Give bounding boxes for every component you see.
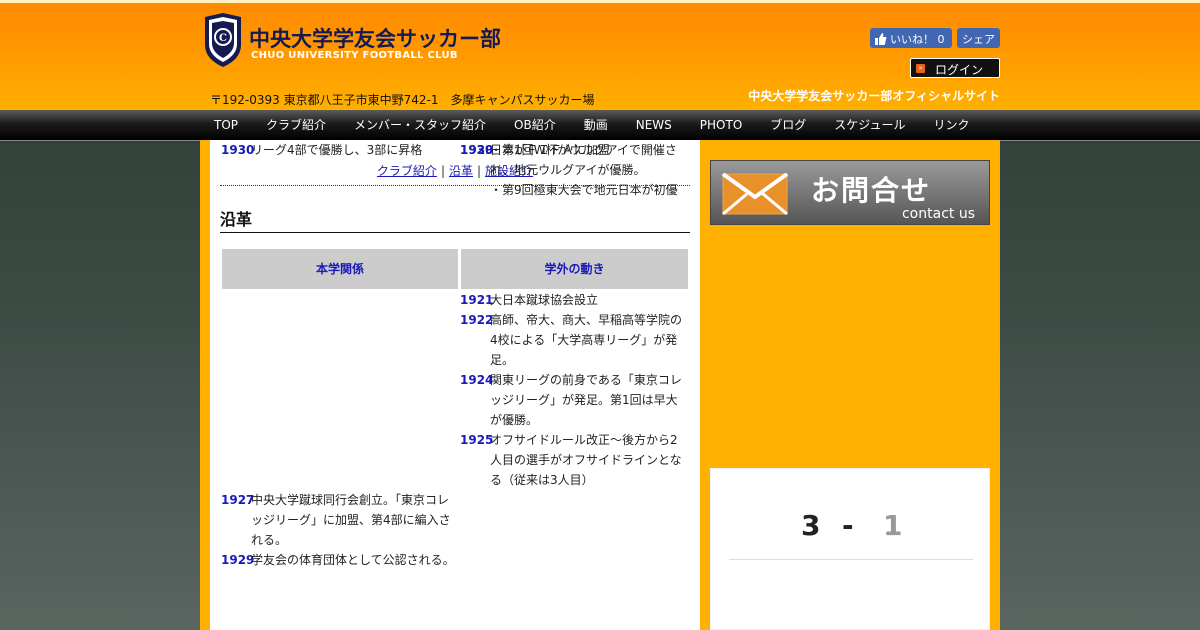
history-event-line: オフサイドルール改正～後方から2: [490, 433, 678, 447]
match-score-widget[interactable]: 3 - 1: [710, 468, 990, 630]
history-event-line: 4校による「大学高専リーグ」が発: [490, 333, 678, 347]
shield-emblem-icon: C: [205, 13, 241, 67]
history-year: 1924: [460, 373, 494, 387]
history-event: リーグ4部で優勝し、3部に昇格: [251, 140, 422, 160]
history-event-line: 人目の選手がオフサイドラインとな: [490, 453, 682, 467]
history-event-line: ッジリーグ」に加盟、第4部に編入さ: [251, 513, 451, 527]
history-event-line: 関東リーグの前身である「東京コレ: [490, 373, 682, 387]
history-year: 1930: [221, 143, 255, 157]
history-row-outside: 1930 ・第1回W杯がウルグアイで開催さ れ、地元ウルグアイが優勝。・第9回極東大…: [460, 140, 688, 200]
nav-list: TOP クラブ紹介 メンバー・スタッフ紹介 OB紹介 動画 NEWS PHOTO…: [200, 110, 983, 140]
nav-item-news[interactable]: NEWS: [622, 110, 686, 140]
history-event-line: 大日本蹴球協会設立: [490, 293, 599, 307]
nav-item-club[interactable]: クラブ紹介: [252, 110, 340, 140]
nav-item-video[interactable]: 動画: [570, 110, 622, 140]
history-event-line: ・第1回W杯がウルグアイで開催さ: [490, 143, 677, 157]
facebook-like-button[interactable]: いいね！ 0: [870, 28, 952, 48]
nav-item-photo[interactable]: PHOTO: [686, 110, 756, 140]
nav-item-links[interactable]: リンク: [919, 110, 983, 140]
history-event-line: 中央大学蹴球同行会創立。「東京コレ: [251, 493, 450, 507]
history-year: 1921: [460, 293, 494, 307]
table-header-outside: 学外の動き: [461, 249, 688, 289]
history-event-line: れ、地元ウルグアイが優勝。: [490, 163, 646, 177]
history-row-outside: 1921 大日本蹴球協会設立: [460, 290, 688, 310]
history-year: 1925: [460, 433, 494, 447]
history-event: 中央大学蹴球同行会創立。「東京コレ ッジリーグ」に加盟、第4部に編入さ れる。: [251, 490, 451, 550]
divider: [729, 559, 973, 560]
history-row-outside: 1924 関東リーグの前身である「東京コレ ッジリーグ」が発足。第1回は早大 が優勝。: [460, 370, 688, 430]
facebook-share-button[interactable]: シェア: [957, 28, 1000, 48]
nav-item-blog[interactable]: ブログ: [756, 110, 820, 140]
history-event: 学友会の体育団体として公認される。: [251, 550, 455, 570]
history-year: 1922: [460, 313, 494, 327]
nav-item-top[interactable]: TOP: [200, 110, 252, 140]
history-row-university: 1930 リーグ4部で優勝し、3部に昇格: [221, 140, 457, 160]
login-label: ログイン: [935, 63, 984, 77]
contact-us-banner[interactable]: お問合せ contact us: [710, 160, 990, 225]
site-header: C 中央大学学友会サッカー部 CHUO UNIVERSITY FOOTBALL …: [0, 0, 1200, 110]
score-separator: -: [842, 509, 854, 542]
history-row-university: 1929 学友会の体育団体として公認される。: [221, 550, 457, 570]
history-event-line: る（従来は3人目）: [490, 473, 594, 487]
site-title: 中央大学学友会サッカー部オフィシャルサイト: [748, 89, 1000, 103]
history-event: 関東リーグの前身である「東京コレ ッジリーグ」が発足。第1回は早大 が優勝。: [490, 370, 682, 430]
history-event: 高師、帝大、商大、早稲高等学院の 4校による「大学高専リーグ」が発 足。: [490, 310, 682, 370]
club-logo[interactable]: C 中央大学学友会サッカー部 CHUO UNIVERSITY FOOTBALL …: [203, 13, 503, 73]
svg-text:C: C: [219, 33, 227, 44]
club-name-en: CHUO UNIVERSITY FOOTBALL CLUB: [251, 50, 458, 61]
history-event-line: れる。: [251, 533, 288, 547]
history-event-line: ッジリーグ」が発足。第1回は早大: [490, 393, 678, 407]
section-title: 沿革: [220, 206, 690, 233]
club-address: 〒192-0393 東京都八王子市東中野742-1 多摩キャンパスサッカー場: [210, 93, 595, 107]
history-event-line: 高師、帝大、商大、早稲高等学院の: [490, 313, 683, 327]
history-event-line: 学友会の体育団体として公認される。: [251, 553, 455, 567]
contact-title-jp: お問合せ: [811, 174, 932, 207]
history-event-line: が優勝。: [490, 413, 539, 427]
club-name-jp: 中央大学学友会サッカー部: [249, 27, 501, 51]
home-score: 3: [801, 509, 821, 542]
history-row-university: 1927 中央大学蹴球同行会創立。「東京コレ ッジリーグ」に加盟、第4部に編入さ れる…: [221, 490, 457, 550]
history-event: 大日本蹴球協会設立: [490, 290, 598, 310]
history-year: 1930: [460, 143, 494, 157]
history-event-line: ・第9回極東大会で地元日本が初優: [490, 183, 678, 197]
history-row-outside: 1922 高師、帝大、商大、早稲高等学院の 4校による「大学高専リーグ」が発 足。: [460, 310, 688, 370]
separator: |: [440, 164, 445, 178]
table-header-university: 本学関係: [222, 249, 458, 289]
history-year: 1929: [221, 553, 255, 567]
contact-title-en: contact us: [901, 206, 975, 222]
thumbs-up-icon: [875, 33, 887, 45]
login-arrow-icon: »: [916, 64, 925, 73]
facebook-like-label: いいね！ 0: [890, 33, 945, 46]
history-event: ・第1回W杯がウルグアイで開催さ れ、地元ウルグアイが優勝。・第9回極東大会で地元…: [490, 140, 678, 200]
main-content: クラブ紹介 | 沿革 | 施設紹介 沿革 本学関係 学外の動き 1921 大日本蹴球協会設…: [210, 140, 700, 630]
history-row-outside: 1925 オフサイドルール改正～後方から2 人目の選手がオフサイドラインとな る（従来…: [460, 430, 688, 490]
sub-link-club[interactable]: クラブ紹介: [377, 164, 437, 178]
nav-item-members[interactable]: メンバー・スタッフ紹介: [340, 110, 500, 140]
history-event-line: リーグ4部で優勝し、3部に昇格: [251, 143, 423, 157]
login-button[interactable]: » ログイン: [910, 58, 1000, 78]
envelope-icon: [722, 173, 788, 215]
history-event: オフサイドルール改正～後方から2 人目の選手がオフサイドラインとな る（従来は3人目…: [490, 430, 682, 490]
nav-item-schedule[interactable]: スケジュール: [820, 110, 919, 140]
history-event-line: 足。: [490, 353, 515, 367]
history-year: 1927: [221, 493, 255, 507]
away-score: 1: [883, 509, 903, 542]
global-nav: TOP クラブ紹介 メンバー・スタッフ紹介 OB紹介 動画 NEWS PHOTO…: [0, 110, 1200, 141]
nav-item-ob[interactable]: OB紹介: [500, 110, 570, 140]
